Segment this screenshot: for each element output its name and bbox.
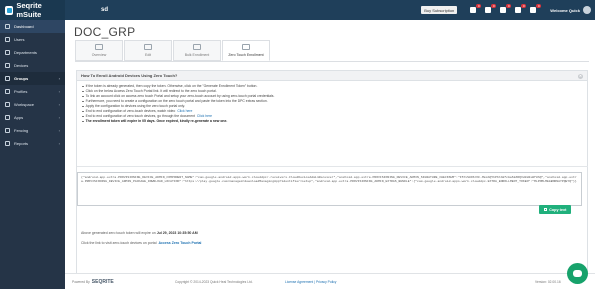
zero-touch-icon	[242, 44, 250, 50]
sidebar-item-users[interactable]: Users	[0, 33, 65, 46]
top-bar: Seqrite mSuite sd Buy Subscription 0 0 0…	[0, 0, 595, 20]
copyright: Copyright © 2014-2023 Quick Heal Technol…	[175, 279, 253, 284]
privacy-policy-link[interactable]: Privacy Policy	[316, 280, 337, 284]
message-icon[interactable]: 0	[499, 4, 512, 14]
fencing-icon	[5, 128, 10, 133]
tab-edit[interactable]: Edit	[124, 40, 172, 61]
close-icon[interactable]: ✕	[578, 73, 583, 79]
main-content: DOC_GRP Overview Edit Bulk Enrollment Ze…	[65, 20, 595, 289]
chevron-right-icon: ›	[58, 76, 60, 81]
sidebar-item-devices[interactable]: Devices	[0, 59, 65, 72]
copy-text-button[interactable]: Copy text	[539, 205, 571, 214]
departments-icon	[5, 50, 10, 55]
version: Version: 02.00.16	[535, 279, 561, 284]
workspace-icon	[5, 102, 10, 107]
token-expiry: Above generated zero touch token will ex…	[81, 231, 198, 235]
bulk-enrollment-icon	[193, 44, 201, 50]
brand[interactable]: Seqrite mSuite	[0, 0, 65, 20]
groups-icon	[5, 76, 10, 81]
tab-bulk-enrollment[interactable]: Bulk Enrollment	[173, 40, 221, 61]
chevron-right-icon: ›	[58, 89, 60, 94]
instructions-list: If the token is already generated, then …	[77, 81, 587, 124]
sidebar-item-departments[interactable]: Departments	[0, 46, 65, 59]
users-icon	[5, 37, 10, 42]
chevron-right-icon: ›	[58, 102, 60, 107]
devices-icon	[5, 63, 10, 68]
tab-overview[interactable]: Overview	[75, 40, 123, 61]
access-zero-touch-portal-link[interactable]: Access Zero Touch Portal	[158, 241, 201, 245]
panel-title: How To Enroll Android Devices Using Zero…	[77, 71, 587, 81]
footer-links: License Agreement | Privacy Policy	[285, 279, 337, 284]
powered-by: Powered By SEQRITE	[72, 278, 114, 285]
brand-name: Seqrite mSuite	[16, 1, 42, 19]
seqrite-logo: SEQRITE	[91, 278, 114, 285]
license-agreement-link[interactable]: License Agreement	[285, 280, 313, 284]
edit-icon	[144, 44, 152, 50]
sidebar: Dashboard Users Departments Devices Grou…	[0, 20, 65, 289]
avatar	[583, 6, 591, 14]
buy-subscription-button[interactable]: Buy Subscription	[421, 6, 458, 14]
dashboard-icon	[5, 24, 10, 29]
workspace-name: sd	[101, 7, 109, 13]
apps-icon	[5, 115, 10, 120]
user-menu[interactable]: Welcome Quick	[550, 6, 591, 14]
list-item: The enrollment token will expire in 05 d…	[82, 119, 582, 124]
tab-divider	[75, 61, 589, 62]
profiles-icon	[5, 89, 10, 94]
page-title: DOC_GRP	[74, 25, 136, 39]
tab-bar: Overview Edit Bulk Enrollment Zero Touch…	[75, 40, 271, 61]
chevron-right-icon: ›	[58, 128, 60, 133]
chat-button[interactable]	[567, 263, 588, 284]
divider	[77, 166, 588, 167]
sidebar-item-reports[interactable]: Reports ›	[0, 137, 65, 150]
sidebar-item-dashboard[interactable]: Dashboard	[0, 20, 65, 33]
sidebar-item-apps[interactable]: Apps ›	[0, 111, 65, 124]
chat-icon	[573, 270, 582, 277]
token-textarea[interactable]: {"android.app.extra.PROVISIONING_DEVICE_…	[77, 172, 582, 206]
sidebar-item-groups[interactable]: Groups ›	[0, 72, 65, 85]
download-icon[interactable]: 0	[514, 4, 527, 14]
overview-icon	[95, 44, 103, 50]
sidebar-item-profiles[interactable]: Profiles ›	[0, 85, 65, 98]
sidebar-item-workspace[interactable]: Workspace ›	[0, 98, 65, 111]
sidebar-item-fencing[interactable]: Fencing ›	[0, 124, 65, 137]
copy-icon	[543, 207, 548, 212]
tab-zero-touch-enrollment[interactable]: Zero Touch Enrollment	[222, 40, 270, 61]
alert-icon[interactable]: 0	[469, 4, 482, 14]
settings-icon[interactable]: 0	[529, 4, 542, 14]
chevron-right-icon: ›	[58, 141, 60, 146]
footer: Powered By SEQRITE Copyright © 2014-2023 …	[65, 273, 595, 289]
zero-touch-panel: How To Enroll Android Devices Using Zero…	[76, 70, 588, 278]
chevron-right-icon: ›	[58, 115, 60, 120]
brand-logo-icon	[5, 5, 14, 15]
portal-link-row: Click the link to visit zero-touch devic…	[81, 241, 202, 245]
reports-icon	[5, 141, 10, 146]
bell-icon[interactable]: 0	[484, 4, 497, 14]
